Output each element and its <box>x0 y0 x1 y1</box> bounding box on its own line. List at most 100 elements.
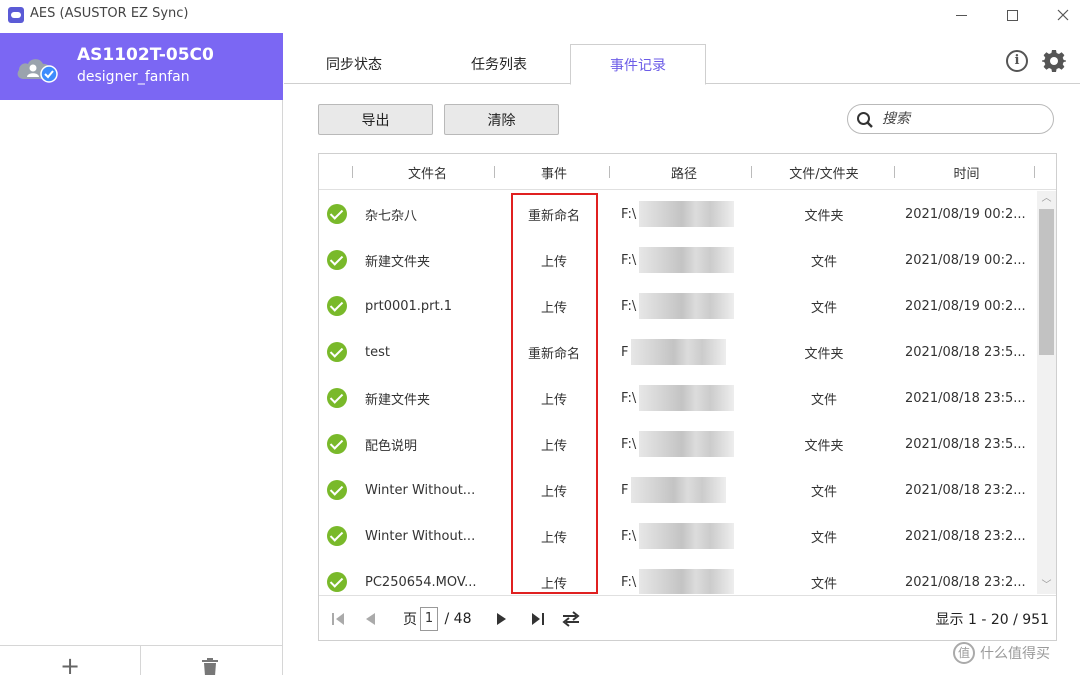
table-row[interactable]: 配色说明 上传 F:\ 文件夹 2021/08/18 23:5... <box>319 421 1037 467</box>
refresh-button[interactable] <box>559 609 583 629</box>
cell-event: 上传 <box>540 484 567 500</box>
success-check-icon <box>327 204 347 224</box>
table-row[interactable]: 杂七杂八 重新命名 F:\ 文件夹 2021/08/19 00:2... <box>319 191 1037 237</box>
cell-path: F:\ <box>621 559 751 594</box>
path-text: F:\ <box>621 574 637 590</box>
tab-sync-status[interactable]: 同步状态 <box>304 44 404 84</box>
cell-time: 2021/08/19 00:2... <box>905 206 1026 222</box>
header-filename[interactable]: 文件名 <box>365 154 490 190</box>
tab-task-list[interactable]: 任务列表 <box>444 44 554 84</box>
close-button[interactable] <box>1040 0 1080 30</box>
cell-filename: test <box>365 344 390 360</box>
header-path[interactable]: 路径 <box>619 154 749 190</box>
scroll-down-arrow-icon[interactable]: ﹀ <box>1037 578 1056 594</box>
prev-page-button[interactable] <box>361 609 379 629</box>
cell-time: 2021/08/18 23:2... <box>905 528 1026 544</box>
table-row[interactable]: Winter Without... 上传 F:\ 文件 2021/08/18 2… <box>319 513 1037 559</box>
maximize-button[interactable] <box>989 0 1035 30</box>
table-row[interactable]: test 重新命名 F 文件夹 2021/08/18 23:5... <box>319 329 1037 375</box>
record-count: 显示 1 - 20 / 951 <box>935 612 1049 628</box>
cell-path: F <box>621 329 751 375</box>
tab-event-log[interactable]: 事件记录 <box>570 44 706 85</box>
cell-path: F:\ <box>621 237 751 283</box>
device-item[interactable]: AS1102T-05C0 designer_fanfan <box>0 33 283 100</box>
header-event[interactable]: 事件 <box>509 154 599 190</box>
cell-type: 文件 <box>810 576 837 592</box>
info-icon[interactable]: i <box>1006 50 1028 72</box>
vertical-scrollbar[interactable]: ︿ ﹀ <box>1037 191 1056 594</box>
table-row[interactable]: 新建文件夹 上传 F:\ 文件 2021/08/19 00:2... <box>319 237 1037 283</box>
header-time[interactable]: 时间 <box>904 154 1029 190</box>
tab-bar: 同步状态 任务列表 事件记录 i <box>284 33 1080 85</box>
cell-time: 2021/08/19 00:2... <box>905 252 1026 268</box>
pagination-bar: 页 1 / 48 显示 1 - 20 / 951 <box>319 595 1056 641</box>
table-header: 文件名 事件 路径 文件/文件夹 时间 <box>319 154 1056 190</box>
cell-event: 上传 <box>540 254 567 270</box>
cell-path: F:\ <box>621 375 751 421</box>
blurred-path <box>639 385 735 411</box>
add-device-button[interactable]: + <box>55 654 85 675</box>
path-text: F <box>621 482 629 498</box>
gear-icon[interactable] <box>1042 49 1066 73</box>
blurred-path <box>639 293 735 319</box>
watermark: 值 什么值得买 <box>953 641 1073 665</box>
cell-path: F:\ <box>621 421 751 467</box>
clear-button[interactable]: 清除 <box>444 104 559 135</box>
search-box[interactable] <box>847 104 1054 134</box>
path-text: F:\ <box>621 436 637 452</box>
path-text: F <box>621 344 629 360</box>
success-check-icon <box>327 434 347 454</box>
sidebar: AS1102T-05C0 designer_fanfan + <box>0 33 283 675</box>
success-check-icon <box>327 526 347 546</box>
cell-event: 上传 <box>540 438 567 454</box>
export-button[interactable]: 导出 <box>318 104 433 135</box>
table-row[interactable]: prt0001.prt.1 上传 F:\ 文件 2021/08/19 00:2.… <box>319 283 1037 329</box>
title-bar: AES (ASUSTOR EZ Sync) <box>0 0 1080 30</box>
cell-type: 文件 <box>810 254 837 270</box>
window-title: AES (ASUSTOR EZ Sync) <box>30 6 189 21</box>
next-page-button[interactable] <box>493 609 511 629</box>
cloud-user-icon <box>17 59 58 83</box>
cell-path: F <box>621 467 751 513</box>
table-row[interactable]: Winter Without... 上传 F 文件 2021/08/18 23:… <box>319 467 1037 513</box>
page-number-input[interactable]: 1 <box>420 607 438 631</box>
minimize-button[interactable] <box>938 0 984 30</box>
path-text: F:\ <box>621 528 637 544</box>
trash-icon[interactable] <box>200 658 220 675</box>
sidebar-footer: + <box>0 645 283 675</box>
search-icon <box>857 112 873 128</box>
path-text: F:\ <box>621 298 637 314</box>
search-input[interactable] <box>882 109 1042 129</box>
cell-event: 上传 <box>540 392 567 408</box>
last-page-button[interactable] <box>527 609 549 629</box>
minimize-icon <box>955 14 967 16</box>
cell-filename: 配色说明 <box>365 438 418 454</box>
success-check-icon <box>327 250 347 270</box>
cell-type: 文件夹 <box>804 346 844 362</box>
cell-type: 文件 <box>810 484 837 500</box>
blurred-path <box>631 339 727 365</box>
maximize-icon <box>1006 9 1018 21</box>
scroll-up-arrow-icon[interactable]: ︿ <box>1037 191 1056 207</box>
first-page-icon <box>332 613 344 625</box>
cell-type: 文件夹 <box>804 208 844 224</box>
table-row[interactable]: PC250654.MOV... 上传 F:\ 文件 2021/08/18 23:… <box>319 559 1037 594</box>
cell-filename: 新建文件夹 <box>365 254 431 270</box>
path-text: F:\ <box>621 206 637 222</box>
cell-path: F:\ <box>621 283 751 329</box>
table-body: 杂七杂八 重新命名 F:\ 文件夹 2021/08/19 00:2... 新建文… <box>319 191 1037 594</box>
success-check-icon <box>327 342 347 362</box>
footer-divider <box>140 646 141 675</box>
success-check-icon <box>327 296 347 316</box>
page-label: 页 <box>403 612 417 628</box>
header-type[interactable]: 文件/文件夹 <box>764 154 884 190</box>
scrollbar-thumb[interactable] <box>1039 209 1054 355</box>
success-check-icon <box>327 480 347 500</box>
refresh-icon <box>562 611 580 627</box>
header-separator <box>894 166 895 178</box>
cell-type: 文件夹 <box>804 438 844 454</box>
table-row[interactable]: 新建文件夹 上传 F:\ 文件 2021/08/18 23:5... <box>319 375 1037 421</box>
first-page-button[interactable] <box>327 609 349 629</box>
cell-filename: prt0001.prt.1 <box>365 298 453 314</box>
total-pages: / 48 <box>444 611 472 627</box>
